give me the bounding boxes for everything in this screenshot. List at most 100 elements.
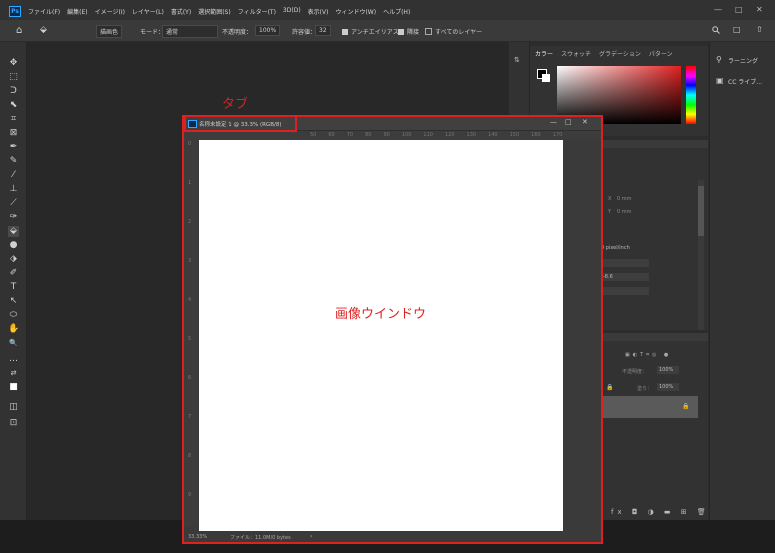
doc-maximize-button[interactable]: □ bbox=[565, 118, 572, 126]
zoom-tool-icon[interactable]: 🔍 bbox=[8, 338, 19, 349]
dodge-tool-icon[interactable]: ⬗ bbox=[8, 254, 19, 265]
move-tool-icon[interactable]: ✥ bbox=[8, 58, 19, 69]
image-canvas[interactable] bbox=[199, 140, 563, 531]
file-info: ファイル：11.0M/0 bytes bbox=[230, 535, 291, 541]
lasso-tool-icon[interactable]: ᑐ bbox=[8, 86, 19, 97]
tolerance-field[interactable]: 32 bbox=[315, 25, 331, 36]
ruler-tick: 8 bbox=[188, 453, 192, 459]
x-value[interactable]: 0 mm bbox=[617, 196, 632, 202]
ruler-tick: 140 bbox=[488, 132, 498, 138]
tab-gradients[interactable]: グラデーション bbox=[599, 49, 641, 58]
ruler-tick: 80 bbox=[365, 132, 372, 138]
document-status-bar: 33.33% ファイル：11.0M/0 bytes › bbox=[184, 531, 601, 542]
ruler-tick: 0 bbox=[188, 141, 192, 147]
clone-stamp-tool-icon[interactable]: ⊥ bbox=[8, 184, 19, 195]
menu-window[interactable]: ウィンドウ(W) bbox=[335, 7, 376, 16]
frame-tool-icon[interactable]: ⊠ bbox=[8, 128, 19, 139]
mode-select[interactable]: 通常 bbox=[162, 25, 218, 38]
y-label: Y bbox=[608, 209, 612, 215]
more-tools-icon[interactable]: … bbox=[8, 354, 19, 365]
vertical-ruler: 0 1 2 3 4 5 6 7 8 9 bbox=[184, 131, 197, 526]
paint-bucket-tool-icon[interactable]: ⬙ bbox=[8, 226, 19, 237]
quick-select-tool-icon[interactable]: ⬉ bbox=[8, 100, 19, 111]
doc-minimize-button[interactable]: — bbox=[550, 118, 557, 126]
blur-tool-icon[interactable]: ● bbox=[8, 240, 19, 251]
learn-item[interactable]: ラーニング bbox=[728, 56, 758, 65]
contiguous-checkbox[interactable]: 隣接 bbox=[398, 27, 419, 36]
opacity-field[interactable]: 100% bbox=[255, 25, 281, 36]
menu-bar: Ps ファイル(F) 編集(E) イメージ(I) レイヤー(L) 書式(Y) 選… bbox=[0, 0, 775, 20]
layer-filter-icons[interactable]: ▣◐T⌗◎ ● bbox=[625, 352, 671, 358]
healing-brush-tool-icon[interactable]: ✎ bbox=[8, 156, 19, 167]
cc-libraries-item[interactable]: CC ライブ... bbox=[728, 77, 762, 86]
y-value[interactable]: 0 mm bbox=[617, 209, 632, 215]
paint-bucket-icon[interactable]: ⬙ bbox=[40, 25, 47, 35]
tab-color[interactable]: カラー bbox=[535, 49, 553, 58]
menu-edit[interactable]: 編集(E) bbox=[67, 7, 87, 16]
fill-source-select[interactable]: 描画色 bbox=[96, 25, 123, 38]
properties-field-2[interactable]: -8.6 bbox=[601, 273, 649, 281]
properties-field-1[interactable] bbox=[601, 259, 649, 267]
brush-tool-icon[interactable]: ⁄ bbox=[8, 170, 19, 181]
marquee-tool-icon[interactable]: ⬚ bbox=[8, 72, 19, 83]
minimize-button[interactable]: — bbox=[714, 5, 722, 14]
all-layers-checkbox[interactable]: すべてのレイヤー bbox=[425, 27, 482, 36]
lock-all-icon[interactable]: 🔒 bbox=[606, 384, 613, 391]
tab-highlight-box bbox=[184, 115, 297, 132]
resolution-value: 0 pixel/inch bbox=[601, 245, 630, 251]
background-layer-row[interactable]: 🔒 bbox=[603, 396, 698, 418]
menu-select[interactable]: 選択範囲(S) bbox=[198, 7, 231, 16]
workspace-icon[interactable]: □ bbox=[733, 25, 741, 34]
horizontal-ruler: 50 60 70 80 90 100 110 120 130 140 150 1… bbox=[197, 131, 601, 140]
tab-swatches[interactable]: スウォッチ bbox=[561, 49, 591, 58]
background-swatch[interactable] bbox=[542, 74, 550, 82]
ruler-tick: 5 bbox=[188, 336, 192, 342]
layers-footer-icons[interactable]: fx ◘ ◑ ▬ ⊞ 🗑 bbox=[611, 508, 710, 516]
maximize-button[interactable]: □ bbox=[735, 5, 743, 14]
history-brush-tool-icon[interactable]: ⟋ bbox=[8, 198, 19, 209]
scrollbar-thumb[interactable] bbox=[698, 186, 704, 236]
search-icon[interactable] bbox=[712, 26, 720, 34]
zoom-level[interactable]: 33.33% bbox=[188, 534, 207, 540]
layers-fill-label: 塗り： bbox=[637, 386, 653, 392]
menu-layer[interactable]: レイヤー(L) bbox=[132, 7, 164, 16]
tab-patterns[interactable]: パターン bbox=[649, 49, 673, 58]
share-icon[interactable]: ⇧ bbox=[756, 25, 763, 34]
close-button[interactable]: ✕ bbox=[756, 5, 763, 14]
history-icon[interactable]: ⇅ bbox=[514, 56, 520, 64]
menu-image[interactable]: イメージ(I) bbox=[95, 7, 125, 16]
doc-close-button[interactable]: ✕ bbox=[582, 118, 588, 126]
screen-mode-icon[interactable]: ⊡ bbox=[8, 418, 19, 429]
foreground-color-swatch[interactable]: ■ bbox=[8, 382, 19, 393]
document-window: 名称未設定 1 @ 33.3% (RGB/8) — □ ✕ 50 60 70 8… bbox=[182, 115, 603, 544]
home-icon[interactable]: ⌂ bbox=[16, 25, 22, 36]
eraser-tool-icon[interactable]: ✑ bbox=[8, 212, 19, 223]
x-label: X bbox=[608, 196, 612, 202]
menu-help[interactable]: ヘルプ(H) bbox=[383, 7, 410, 16]
hue-slider[interactable] bbox=[686, 66, 696, 124]
type-tool-icon[interactable]: T bbox=[8, 282, 19, 293]
checkbox-checked-icon bbox=[342, 29, 348, 35]
crop-tool-icon[interactable]: ⌗ bbox=[8, 114, 19, 125]
ruler-tick: 170 bbox=[552, 132, 563, 138]
properties-scrollbar[interactable] bbox=[698, 180, 704, 330]
antialias-checkbox[interactable]: アンチエイリアス bbox=[342, 27, 399, 36]
path-select-tool-icon[interactable]: ↖ bbox=[8, 296, 19, 307]
layers-fill-field[interactable]: 100% bbox=[657, 383, 679, 391]
menu-view[interactable]: 表示(V) bbox=[308, 7, 329, 16]
quick-mask-icon[interactable]: ◫ bbox=[8, 402, 19, 413]
menu-type[interactable]: 書式(Y) bbox=[171, 7, 191, 16]
menu-file[interactable]: ファイル(F) bbox=[28, 7, 60, 16]
menu-filter[interactable]: フィルター(T) bbox=[238, 7, 276, 16]
layers-opacity-field[interactable]: 100% bbox=[657, 366, 679, 374]
options-bar: ⌂ ⬙ 描画色 モード： 通常 不透明度： 100% 許容値： 32 アンチエイ… bbox=[0, 20, 775, 42]
hand-tool-icon[interactable]: ✋ bbox=[8, 324, 19, 335]
menu-3d[interactable]: 3D(D) bbox=[283, 7, 301, 16]
swap-colors-icon[interactable]: ⇄ bbox=[8, 368, 19, 379]
status-menu-arrow[interactable]: › bbox=[310, 533, 312, 540]
properties-field-3[interactable] bbox=[601, 287, 649, 295]
eyedropper-tool-icon[interactable]: ✒ bbox=[8, 142, 19, 153]
pen-tool-icon[interactable]: ✐ bbox=[8, 268, 19, 279]
opacity-label: 不透明度： bbox=[222, 29, 253, 36]
shape-tool-icon[interactable]: ⬭ bbox=[8, 310, 19, 321]
